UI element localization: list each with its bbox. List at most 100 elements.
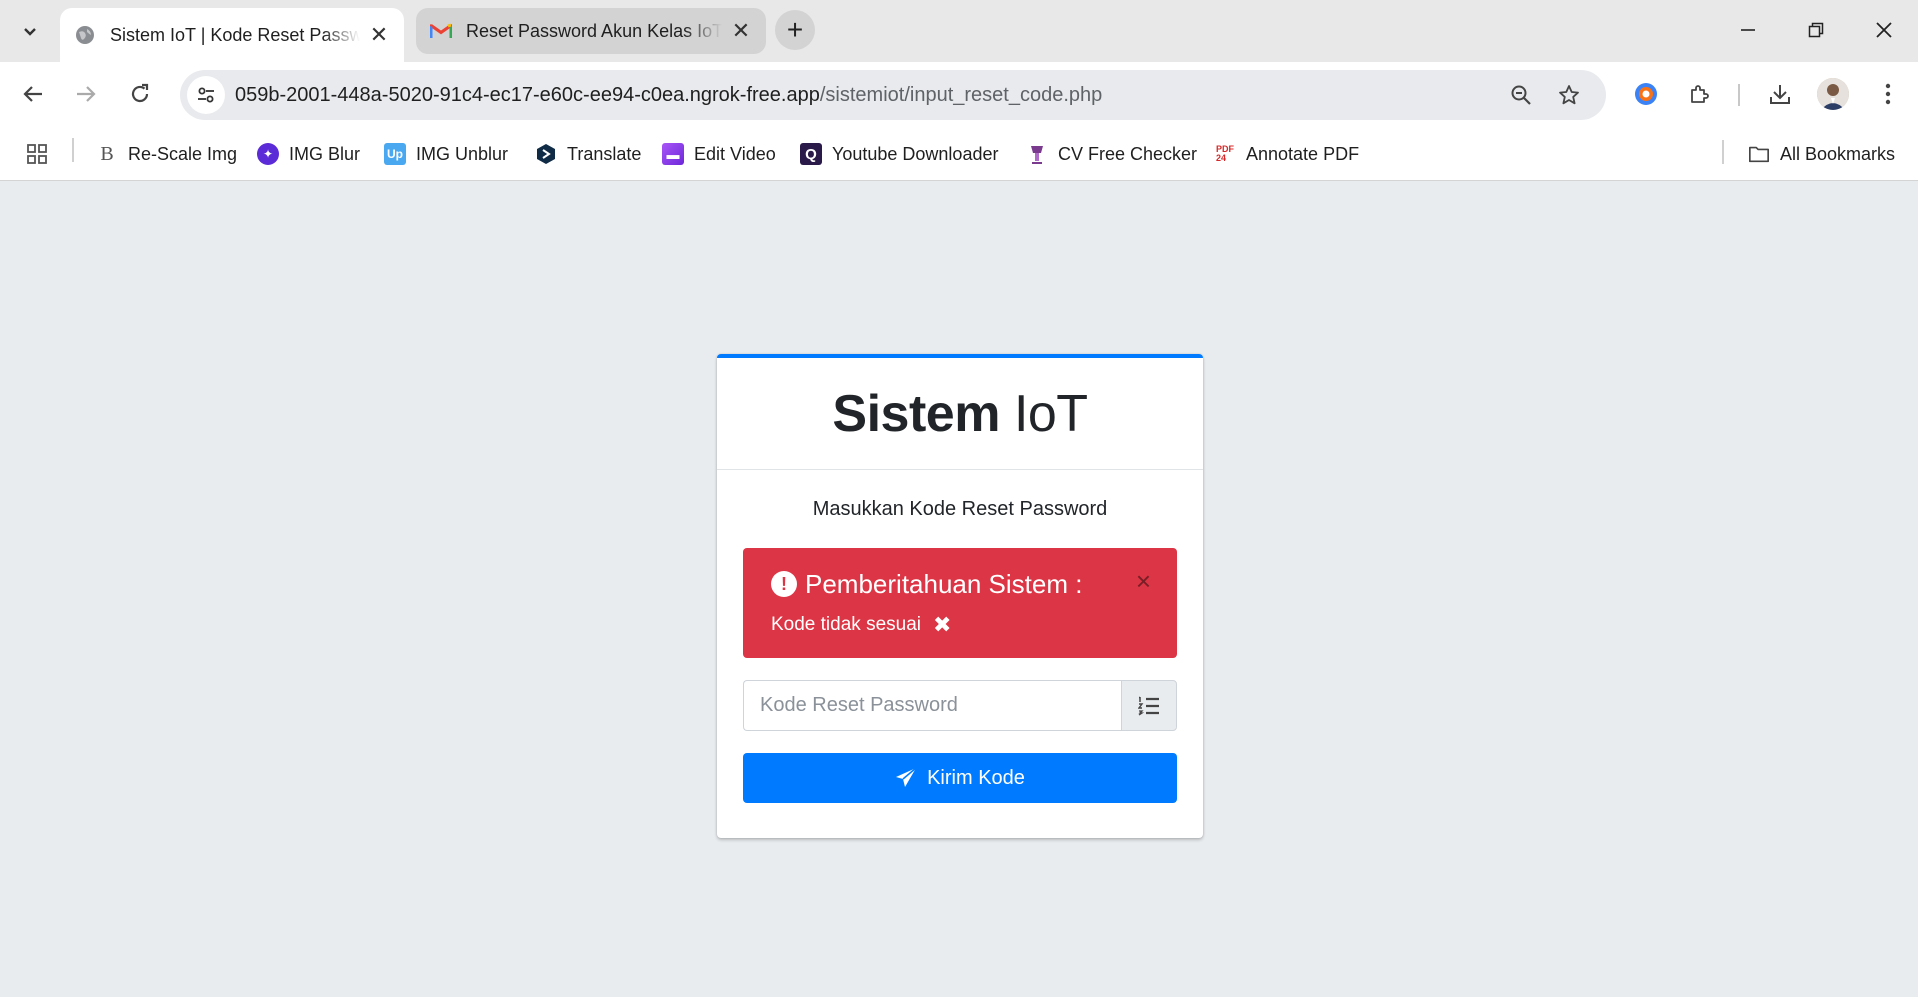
- editvideo-icon: ▬: [662, 143, 684, 165]
- paper-plane-icon: [896, 767, 917, 787]
- more-vert-icon: [1885, 83, 1891, 105]
- logo-light: IoT: [1013, 384, 1088, 443]
- translate-icon: [535, 143, 557, 165]
- login-box-message: Masukkan Kode Reset Password: [812, 498, 1108, 520]
- bookmark-label: Edit Video: [694, 143, 776, 164]
- globe-icon: [74, 24, 96, 46]
- error-alert: ! Pemberitahuan Sistem : × Kode tidak se…: [743, 548, 1177, 658]
- bookmark-translate[interactable]: Translate: [535, 138, 641, 170]
- send-code-label: Kirim Kode: [927, 766, 1025, 789]
- menu-button[interactable]: [1868, 74, 1908, 114]
- restore-icon: [1808, 22, 1824, 38]
- close-tab-icon[interactable]: ✕: [730, 18, 752, 44]
- logo[interactable]: Sistem IoT: [832, 384, 1088, 444]
- arrow-left-icon: [23, 86, 42, 102]
- url-text: 059b-2001-448a-5020-91c4-ec17-e60c-ee94-…: [235, 84, 1102, 107]
- alert-message-text: Kode tidak sesuai: [771, 614, 921, 635]
- bookmark-label: CV Free Checker: [1058, 143, 1198, 164]
- login-card: Sistem IoT Masukkan Kode Reset Password !…: [717, 354, 1203, 838]
- alert-heading: ! Pemberitahuan Sistem :: [771, 564, 1149, 604]
- close-window-button[interactable]: [1854, 8, 1914, 52]
- alert-title: Pemberitahuan Sistem :: [805, 568, 1083, 599]
- forward-button[interactable]: [66, 74, 106, 114]
- tab-title: Reset Password Akun Kelas IoT: [466, 20, 722, 41]
- restore-button[interactable]: [1786, 8, 1846, 52]
- browser-toolbar: 059b-2001-448a-5020-91c4-ec17-e60c-ee94-…: [0, 62, 1918, 126]
- folder-icon: [1748, 143, 1770, 165]
- bookmark-label: IMG Blur: [289, 143, 361, 164]
- gmail-icon: [430, 20, 452, 42]
- zoom-button[interactable]: [1502, 76, 1540, 114]
- tab-sistem-iot[interactable]: Sistem IoT | Kode Reset Password ✕: [60, 8, 404, 62]
- bookmark-label: Re-Scale Img: [128, 143, 238, 164]
- tab-title: Sistem IoT | Kode Reset Password: [110, 24, 360, 45]
- bookmark-img-unblur[interactable]: Up IMG Unblur: [384, 138, 508, 170]
- card-body: Masukkan Kode Reset Password ! Pemberita…: [717, 498, 1203, 803]
- bookmark-edit-video[interactable]: ▬ Edit Video: [662, 138, 776, 170]
- bookmark-annotate-pdf[interactable]: PDF 24 Annotate PDF: [1214, 138, 1359, 170]
- avatar-icon: [1817, 78, 1849, 110]
- extensions-button[interactable]: [1680, 74, 1720, 114]
- rescale-icon: B: [100, 142, 114, 165]
- card-header: Sistem IoT: [717, 358, 1203, 470]
- extension-colorful-icon: [1635, 83, 1657, 105]
- list-ol-icon: [1138, 696, 1159, 716]
- apps-button[interactable]: [26, 138, 48, 170]
- logo-bold: Sistem: [832, 384, 1000, 443]
- minimize-icon: [1741, 29, 1755, 31]
- site-info-button[interactable]: [187, 76, 225, 114]
- exclamation-circle-icon: !: [771, 571, 797, 597]
- close-tab-icon[interactable]: ✕: [368, 22, 390, 48]
- zoom-out-icon: [1511, 85, 1531, 105]
- reload-button[interactable]: [120, 74, 160, 114]
- url-path: /sistemiot/input_reset_code.php: [819, 83, 1103, 106]
- minimize-button[interactable]: [1718, 8, 1778, 52]
- reload-icon: [131, 83, 149, 103]
- alert-close-button[interactable]: ×: [1136, 566, 1151, 597]
- pdf24-icon: PDF 24: [1216, 144, 1234, 163]
- download-icon: [1770, 85, 1790, 104]
- bookmarks-divider: [72, 138, 74, 162]
- apps-grid-icon: [27, 144, 47, 164]
- bookmarks-divider: [1722, 140, 1724, 164]
- imgblur-icon: ✦: [257, 143, 279, 165]
- bookmark-youtube-downloader[interactable]: Q Youtube Downloader: [800, 138, 998, 170]
- cv-checker-icon: [1026, 143, 1048, 165]
- all-bookmarks-label: All Bookmarks: [1780, 143, 1896, 164]
- reset-code-input[interactable]: [743, 680, 1121, 731]
- alert-message: Kode tidak sesuai ✖: [771, 612, 1149, 638]
- extension-button[interactable]: [1626, 74, 1666, 114]
- times-icon: ✖: [933, 612, 952, 637]
- arrow-right-icon: [77, 86, 96, 102]
- plus-icon: +: [786, 14, 804, 45]
- profile-avatar[interactable]: [1817, 78, 1849, 110]
- bookmark-label: IMG Unblur: [416, 143, 509, 164]
- bookmark-label: Translate: [567, 143, 642, 164]
- youtube-downloader-icon: Q: [800, 143, 822, 165]
- bookmark-cv-free-checker[interactable]: CV Free Checker: [1026, 138, 1197, 170]
- back-button[interactable]: [13, 74, 53, 114]
- input-addon: [1121, 680, 1177, 731]
- bookmark-rescale-img[interactable]: B Re-Scale Img: [96, 138, 237, 170]
- tab-gmail[interactable]: Reset Password Akun Kelas IoT ✕: [416, 8, 766, 54]
- tab-strip: Sistem IoT | Kode Reset Password ✕ Reset…: [0, 0, 1918, 62]
- star-icon: [1559, 85, 1579, 105]
- bookmark-label: Youtube Downloader: [832, 143, 999, 164]
- bookmarks-bar: B Re-Scale Img ✦ IMG Blur Up IMG Unblur …: [0, 126, 1918, 181]
- puzzle-icon: [1691, 85, 1709, 103]
- send-code-button[interactable]: Kirim Kode: [743, 753, 1177, 803]
- close-icon: [1876, 22, 1892, 38]
- all-bookmarks-button[interactable]: All Bookmarks: [1748, 138, 1895, 170]
- chevron-down-icon: [24, 28, 36, 36]
- imgunblur-icon: Up: [384, 143, 406, 165]
- bookmark-label: Annotate PDF: [1246, 143, 1360, 164]
- tab-search-button[interactable]: [8, 12, 52, 52]
- toolbar-divider: [1738, 84, 1740, 106]
- url-host: 059b-2001-448a-5020-91c4-ec17-e60c-ee94-…: [235, 83, 820, 106]
- reset-code-input-group: [743, 680, 1177, 731]
- bookmark-star-button[interactable]: [1550, 76, 1588, 114]
- bookmark-img-blur[interactable]: ✦ IMG Blur: [257, 138, 360, 170]
- address-bar[interactable]: 059b-2001-448a-5020-91c4-ec17-e60c-ee94-…: [180, 70, 1606, 120]
- downloads-button[interactable]: [1760, 74, 1800, 114]
- new-tab-button[interactable]: +: [775, 10, 815, 50]
